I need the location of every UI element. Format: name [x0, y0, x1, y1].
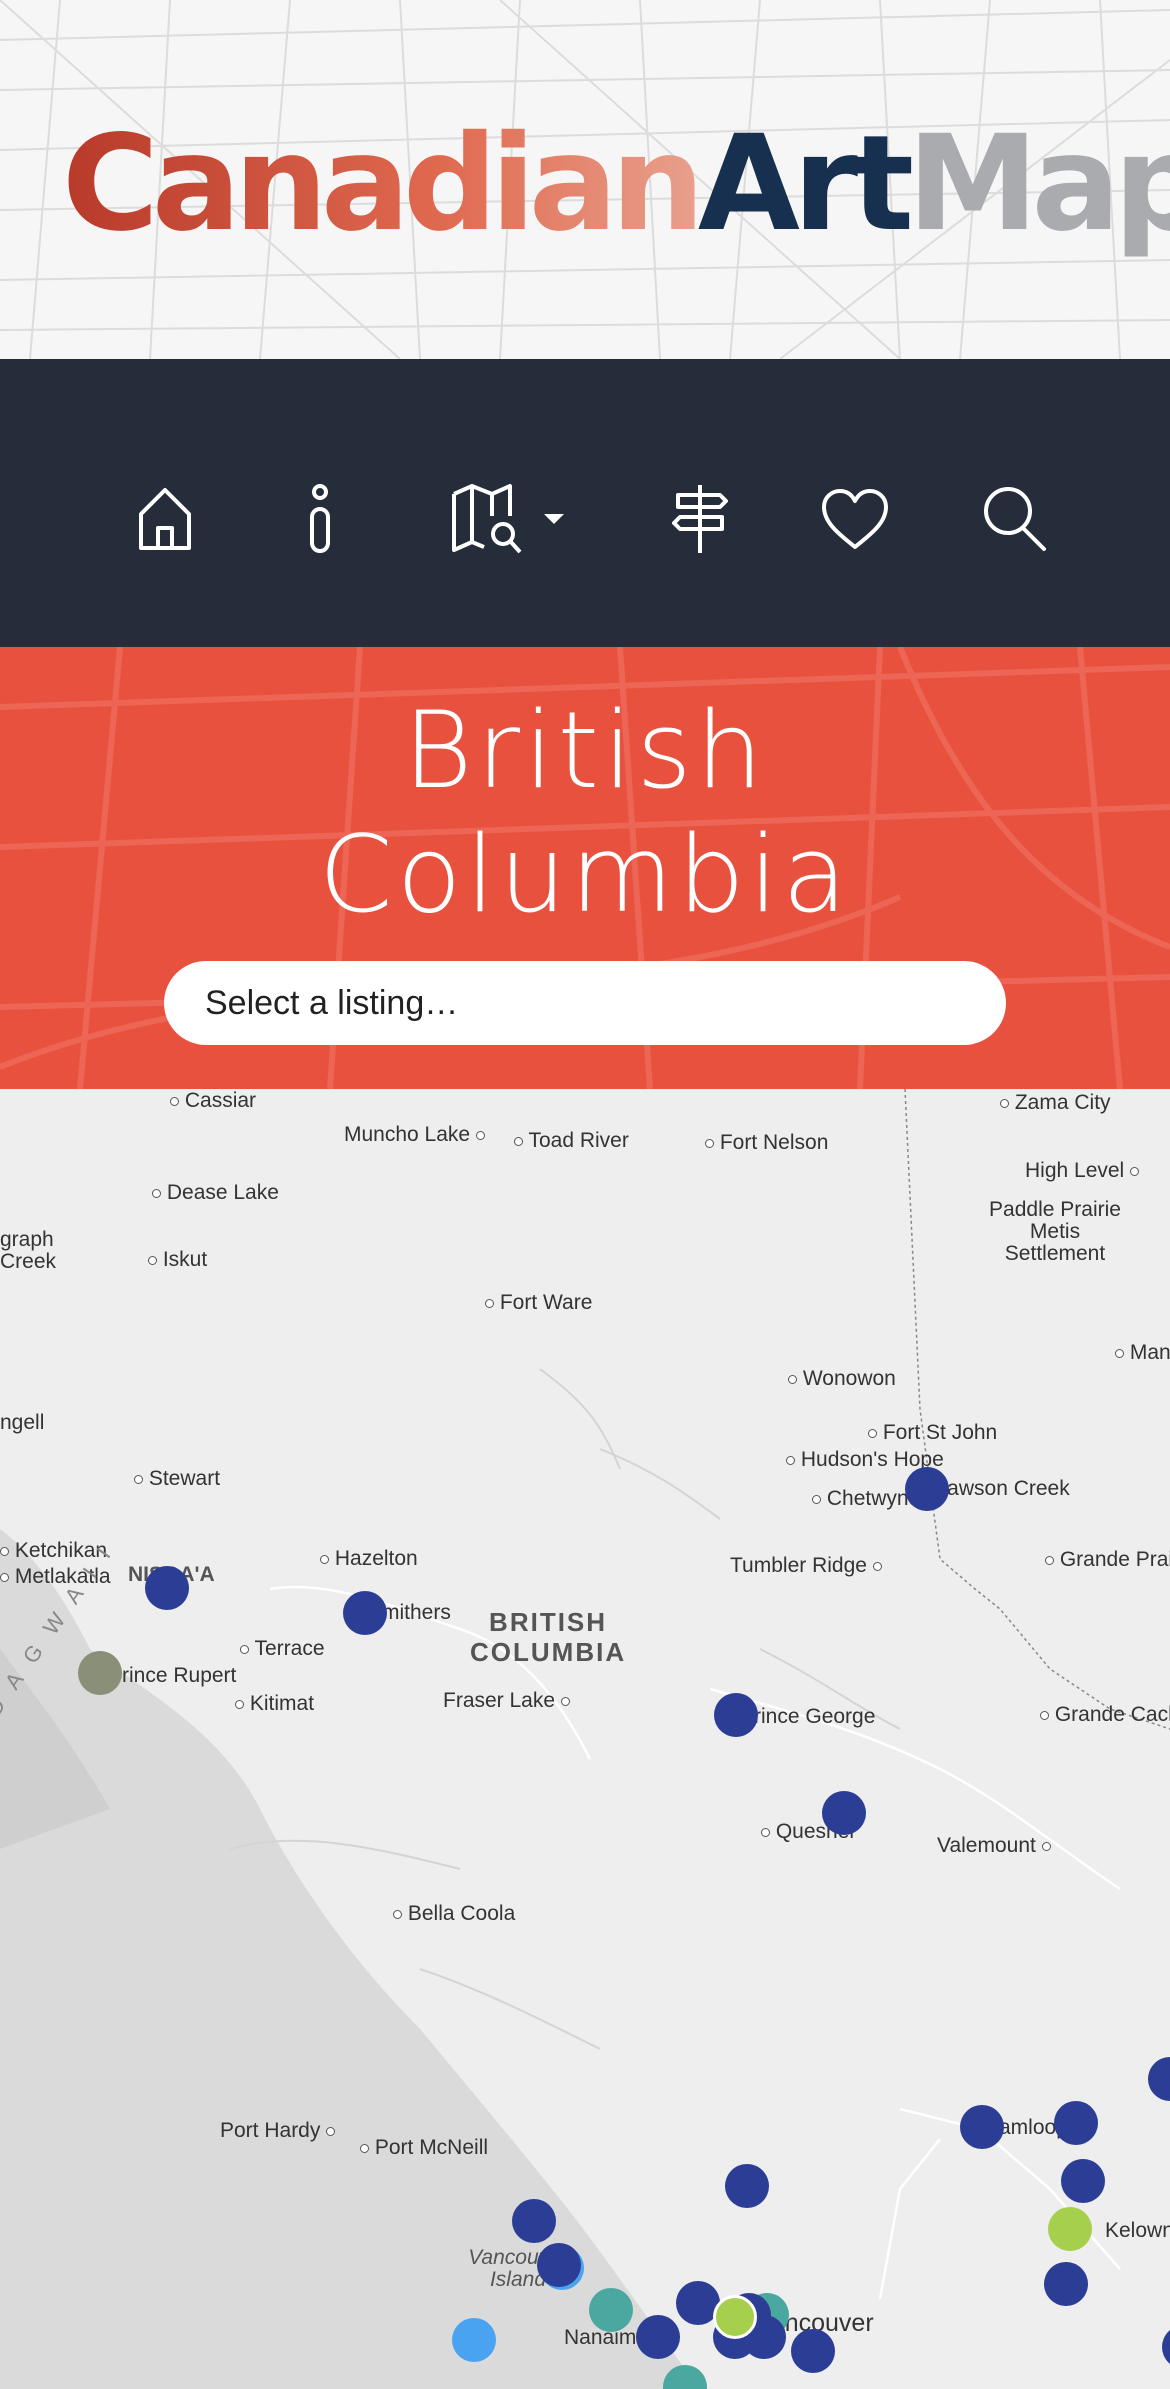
listing-marker[interactable] — [78, 1651, 122, 1695]
listing-marker[interactable] — [343, 1591, 387, 1635]
province-hero: British Columbia Select a listing… — [0, 647, 1170, 1089]
place-grande-cache: Grande Cach — [1040, 1703, 1170, 1727]
place-tumbler-ridge: Tumbler Ridge — [730, 1554, 882, 1578]
place-prince-george: Prince George — [740, 1705, 876, 1728]
region-label: BRITISH COLUMBIA — [470, 1607, 627, 1667]
place-muncho-lake: Muncho Lake — [344, 1123, 485, 1147]
place-fraser-lake: Fraser Lake — [443, 1689, 570, 1713]
listing-marker[interactable] — [452, 2318, 496, 2362]
listing-select[interactable]: Select a listing… — [164, 961, 1006, 1045]
place-grande-prairie: Grande Prai — [1045, 1548, 1170, 1572]
listing-marker[interactable] — [145, 1566, 189, 1610]
listing-marker[interactable] — [791, 2329, 835, 2373]
place-iskut: Iskut — [148, 1248, 207, 1272]
logo-art: Art — [697, 107, 914, 261]
info-icon — [310, 484, 330, 553]
place-graph-creek: graph Creek — [0, 1228, 57, 1273]
nav-directions[interactable] — [660, 474, 740, 564]
nav-search[interactable] — [975, 474, 1055, 564]
place-dawson-creek: Dawson Creek — [932, 1477, 1070, 1500]
heart-icon — [822, 489, 888, 549]
place-high-level: High Level — [1025, 1159, 1140, 1183]
province-title: British Columbia — [0, 689, 1170, 937]
place-bella-coola: Bella Coola — [393, 1902, 515, 1926]
listing-marker[interactable] — [822, 1791, 866, 1835]
place-fort-nelson: Fort Nelson — [705, 1131, 828, 1155]
place-man: Man — [1115, 1341, 1170, 1365]
nav-home[interactable] — [125, 474, 205, 564]
place-zama-city: Zama City — [1000, 1091, 1111, 1115]
site-logo[interactable]: CanadianArtMap — [62, 118, 1170, 250]
listing-marker[interactable] — [1044, 2262, 1088, 2306]
place-fort-st-john: Fort St John — [868, 1421, 997, 1445]
place-wonowon: Wonowon — [788, 1367, 896, 1391]
listing-marker[interactable] — [636, 2315, 680, 2359]
place-chetwynd: Chetwynd — [812, 1487, 920, 1511]
place-terrace: Terrace — [240, 1637, 325, 1661]
listing-marker[interactable] — [1054, 2101, 1098, 2145]
place-ngell: ngell — [0, 1411, 45, 1434]
signpost-icon — [672, 485, 728, 553]
place-prince-rupert: Prince Rupert — [108, 1664, 237, 1687]
listing-marker[interactable] — [512, 2199, 556, 2243]
logo-map: Map — [907, 107, 1170, 261]
listing-marker[interactable] — [1048, 2207, 1092, 2251]
listing-marker[interactable] — [714, 1693, 758, 1737]
main-nav — [0, 359, 1170, 647]
place-cassiar: Cassiar — [170, 1089, 256, 1113]
listing-marker[interactable] — [960, 2105, 1004, 2149]
place-fort-ware: Fort Ware — [485, 1291, 592, 1315]
title-line1: British — [403, 689, 767, 812]
map-search-icon — [452, 484, 522, 554]
place-valemount: Valemount — [937, 1834, 1051, 1858]
place-hazelton: Hazelton — [320, 1547, 418, 1571]
listing-marker[interactable] — [537, 2243, 581, 2287]
place-stewart: Stewart — [134, 1467, 220, 1491]
place-port-hardy: Port Hardy — [220, 2119, 336, 2143]
search-icon — [984, 487, 1046, 551]
listings-map[interactable]: Cassiar Muncho Lake Toad River Fort Nels… — [0, 1089, 1170, 2389]
listing-marker[interactable] — [713, 2295, 757, 2339]
place-kitimat: Kitimat — [235, 1692, 314, 1716]
logo-canadian: Canadian — [62, 107, 705, 261]
title-line2: Columbia — [318, 813, 852, 936]
listing-marker[interactable] — [725, 2164, 769, 2208]
chevron-down-icon — [544, 514, 564, 524]
place-dease-lake: Dease Lake — [152, 1181, 279, 1205]
home-icon — [139, 488, 191, 550]
site-header: CanadianArtMap — [0, 0, 1170, 359]
nav-favourites[interactable] — [815, 474, 895, 564]
listing-select-placeholder: Select a listing… — [205, 983, 459, 1022]
place-kelowna: Kelowna — [1105, 2219, 1170, 2242]
place-paddle-prairie: Paddle Prairie Metis Settlement — [989, 1198, 1121, 1265]
map-base — [0, 1089, 1170, 2389]
place-toad-river: Toad River — [514, 1129, 629, 1153]
listing-marker[interactable] — [905, 1467, 949, 1511]
place-port-mcneill: Port McNeill — [360, 2136, 488, 2160]
listing-marker[interactable] — [1061, 2159, 1105, 2203]
nav-about[interactable] — [280, 474, 360, 564]
nav-map-dropdown[interactable] — [438, 474, 578, 564]
listing-marker[interactable] — [589, 2288, 633, 2332]
